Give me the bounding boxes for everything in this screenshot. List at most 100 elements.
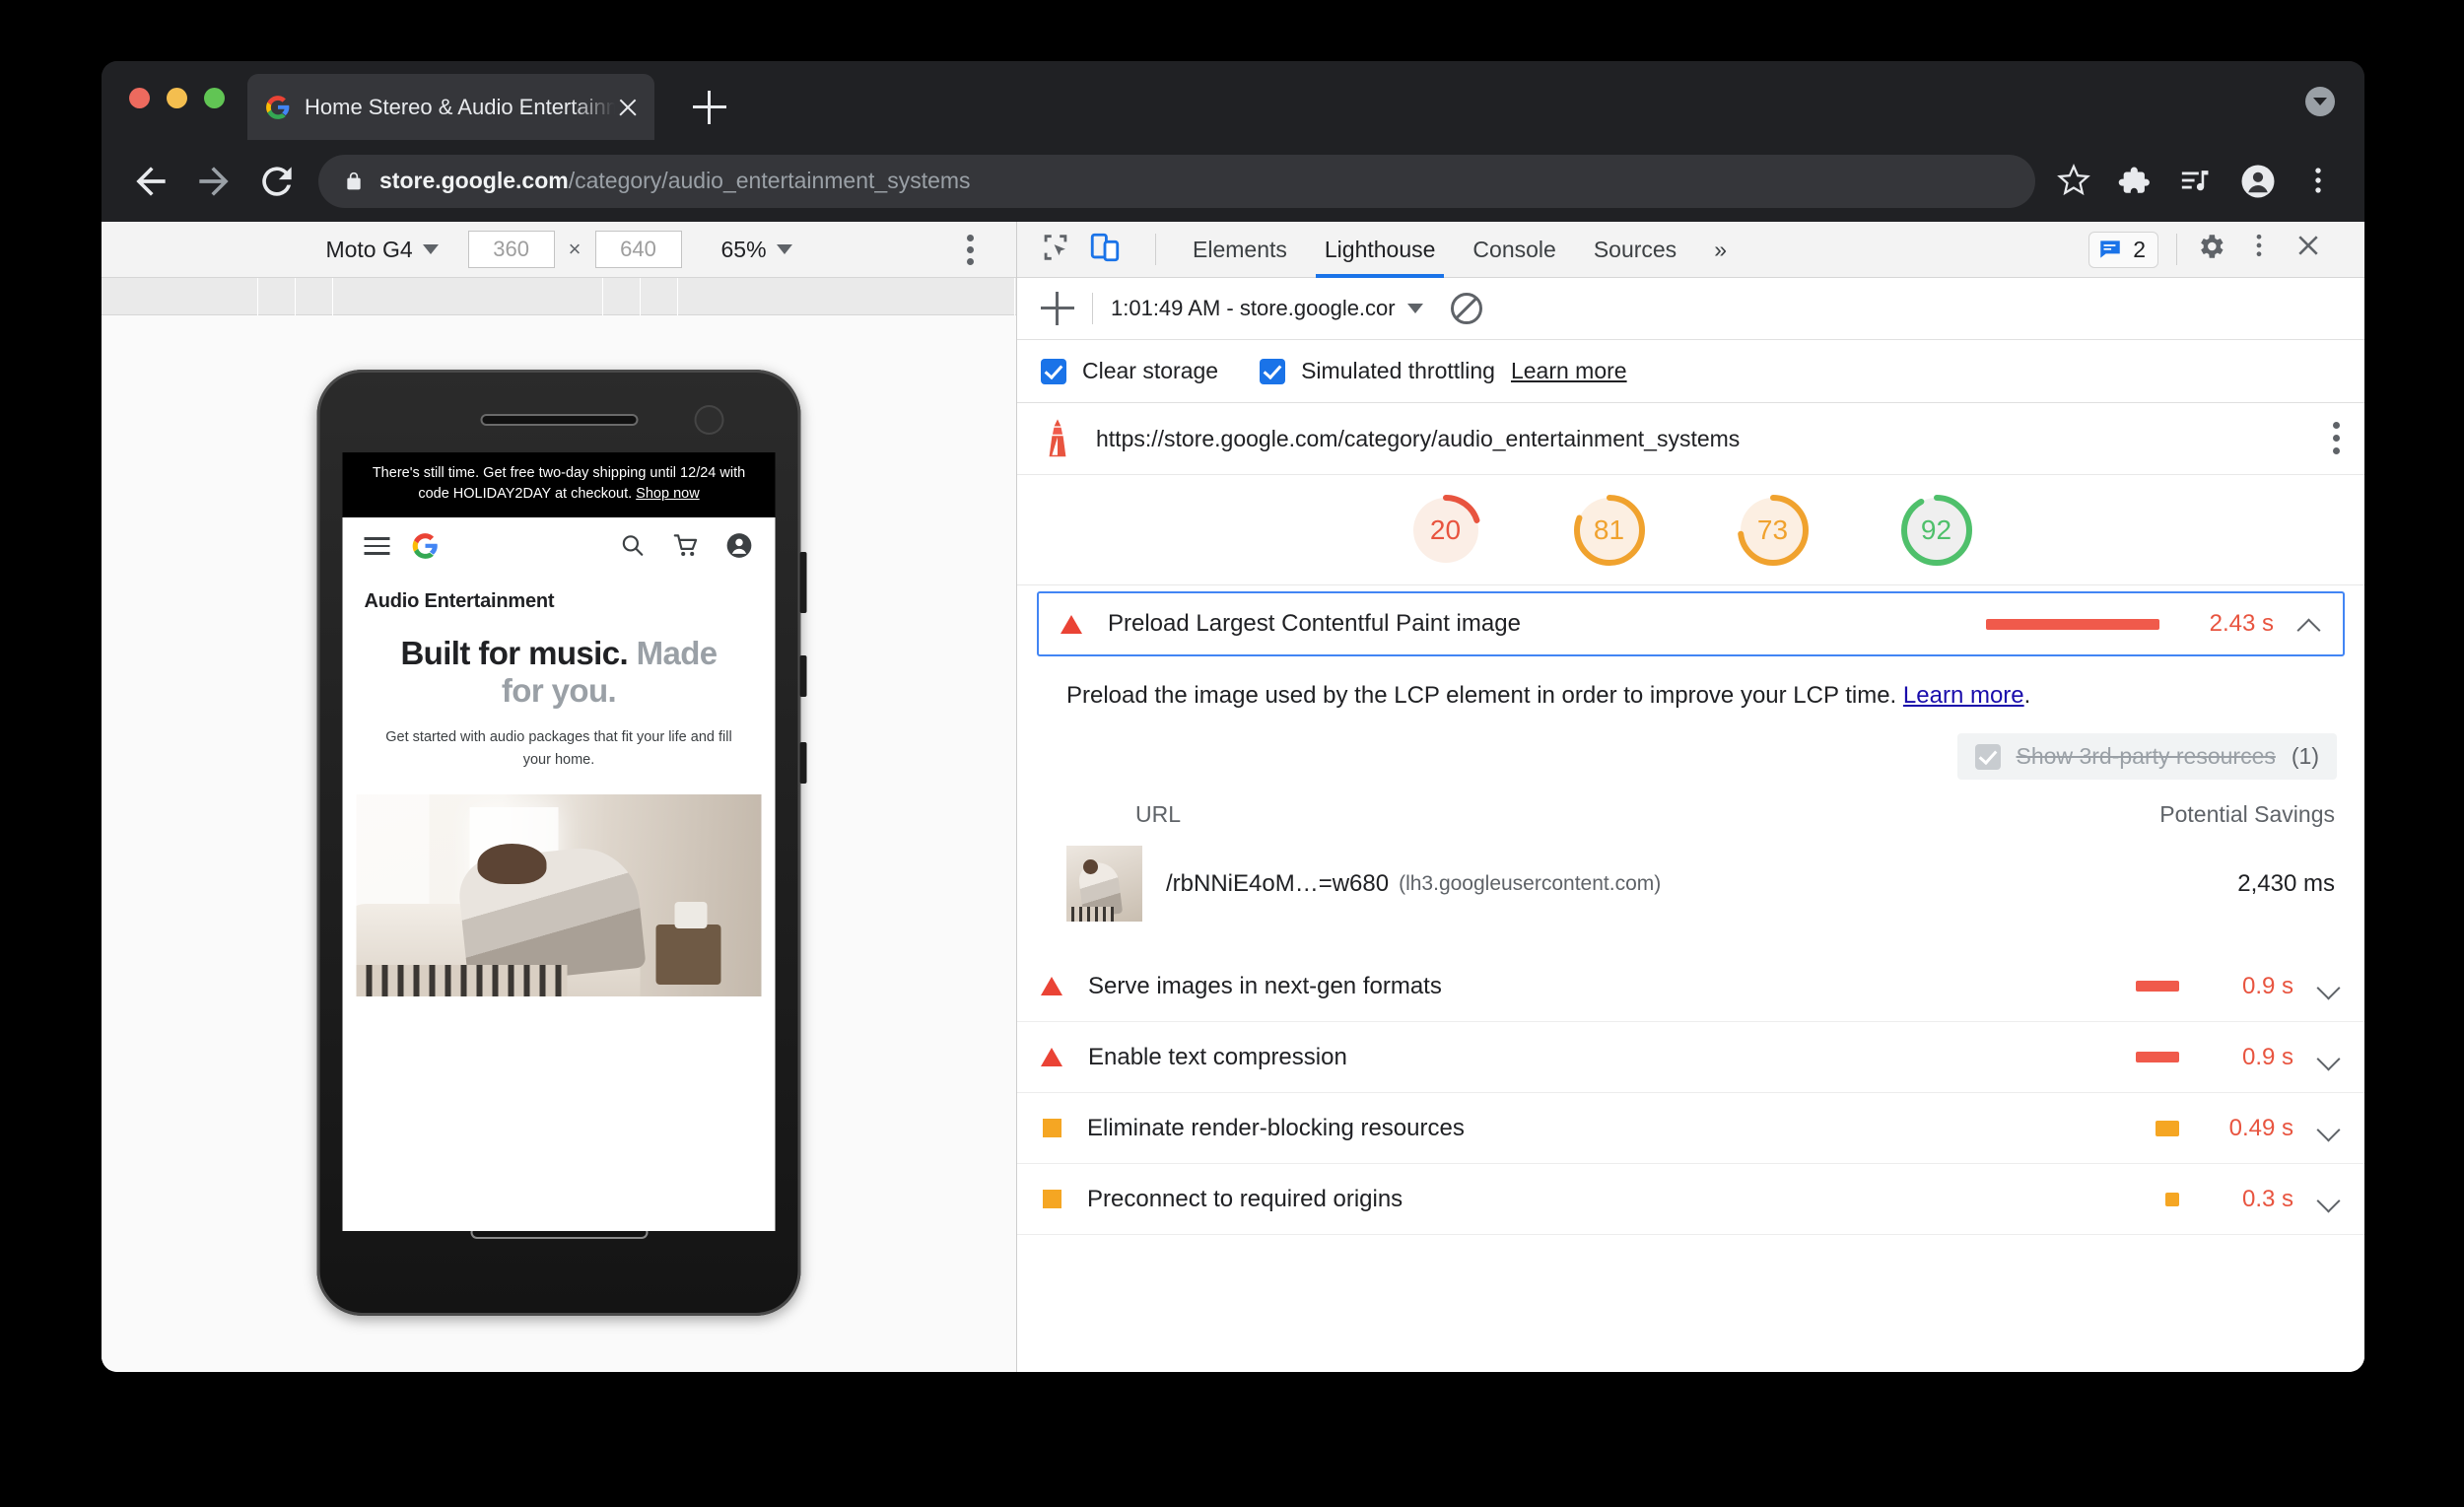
minimize-window-button[interactable] xyxy=(167,88,187,108)
devtools-menu-icon[interactable] xyxy=(2244,231,2282,268)
issues-icon xyxy=(2100,240,2120,258)
shopping-cart-icon[interactable] xyxy=(673,532,701,560)
content-split: Moto G4 360 × 640 65% There's still time… xyxy=(102,222,2364,1372)
run-select[interactable]: 1:01:49 AM - store.google.cor xyxy=(1111,296,1423,321)
window-controls[interactable] xyxy=(129,88,225,108)
show-third-party-checkbox[interactable] xyxy=(1974,743,2001,770)
run-label: 1:01:49 AM - store.google.cor xyxy=(1111,296,1396,320)
promo-link[interactable]: Shop now xyxy=(636,486,700,502)
clear-results-icon[interactable] xyxy=(1450,293,1482,324)
profile-avatar-icon[interactable] xyxy=(2240,164,2276,199)
score-value: 20 xyxy=(1429,514,1462,545)
chevron-down-icon[interactable] xyxy=(2317,975,2341,998)
score-gauge-seo[interactable]: 92 xyxy=(1898,492,1975,569)
maximize-window-button[interactable] xyxy=(204,88,225,108)
learn-more-link[interactable]: Learn more xyxy=(1511,358,1627,384)
extensions-puzzle-icon[interactable] xyxy=(2118,164,2154,199)
hero-image xyxy=(356,794,762,997)
audit-row-expanded[interactable]: Preload Largest Contentful Paint image 2… xyxy=(1037,591,2345,656)
tab-lighthouse[interactable]: Lighthouse xyxy=(1306,222,1455,278)
viewport-width-input[interactable]: 360 xyxy=(467,231,555,268)
resource-url[interactable]: /rbNNiE4oM…=w680 xyxy=(1166,870,1389,898)
devtools-tab-bar: Elements Lighthouse Console Sources » 2 xyxy=(1017,222,2364,278)
table-row[interactable]: /rbNNiE4oM…=w680 (lh3.googleusercontent.… xyxy=(1066,846,2341,922)
chevron-up-icon[interactable] xyxy=(2297,612,2321,636)
chevron-down-icon[interactable] xyxy=(2317,1188,2341,1211)
chevron-down-icon[interactable] xyxy=(2317,1046,2341,1069)
forward-arrow-icon[interactable] xyxy=(192,160,236,203)
lighthouse-icon xyxy=(1049,419,1066,457)
tab-sources[interactable]: Sources xyxy=(1575,222,1695,278)
viewport-height-input[interactable]: 640 xyxy=(594,231,682,268)
lighthouse-toolbar: 1:01:49 AM - store.google.cor xyxy=(1017,278,2364,340)
audit-options-menu-icon[interactable] xyxy=(2333,422,2341,455)
chevron-down-icon xyxy=(422,244,439,254)
audit-row[interactable]: Eliminate render-blocking resources 0.49… xyxy=(1017,1093,2364,1164)
audited-url: https://store.google.com/category/audio_… xyxy=(1096,425,1741,451)
inspect-element-icon[interactable] xyxy=(1039,231,1076,268)
score-gauge-accessibility[interactable]: 81 xyxy=(1571,492,1648,569)
score-value: 73 xyxy=(1756,514,1789,545)
lighthouse-options: Clear storage Simulated throttling Learn… xyxy=(1017,340,2364,403)
back-arrow-icon[interactable] xyxy=(129,160,172,203)
address-bar[interactable]: store.google.com/category/audio_entertai… xyxy=(318,154,2035,208)
audit-description-tail: . xyxy=(2023,682,2031,709)
red-triangle-warning-icon xyxy=(1041,977,1062,995)
search-icon[interactable] xyxy=(620,532,648,560)
audit-title: Preconnect to required origins xyxy=(1087,1185,1403,1212)
audit-learn-more-link[interactable]: Learn more xyxy=(1903,682,2024,709)
device-toggle-icon[interactable] xyxy=(1088,231,1126,268)
score-gauge-performance[interactable]: 20 xyxy=(1407,492,1484,569)
audit-row[interactable]: Serve images in next-gen formats 0.9 s xyxy=(1017,951,2364,1022)
media-list-icon[interactable] xyxy=(2179,164,2215,199)
star-icon[interactable] xyxy=(2057,163,2092,199)
dimension-separator: × xyxy=(568,237,582,261)
close-icon[interactable] xyxy=(2293,231,2331,268)
score-gauge-best-practices[interactable]: 73 xyxy=(1735,492,1812,569)
emulated-viewport[interactable]: There's still time. Get free two-day shi… xyxy=(342,452,776,1231)
toolbar-icons xyxy=(2057,163,2337,199)
simulated-throttling-checkbox[interactable] xyxy=(1260,358,1286,384)
device-preview-pane: Moto G4 360 × 640 65% There's still time… xyxy=(102,222,1017,1372)
phone-side-button xyxy=(799,552,807,613)
google-g-icon[interactable] xyxy=(412,532,440,560)
account-icon[interactable] xyxy=(726,532,754,560)
site-header xyxy=(342,517,776,576)
tab-more-icon[interactable]: » xyxy=(1695,222,1745,278)
score-value: 81 xyxy=(1593,514,1625,545)
tab-console[interactable]: Console xyxy=(1454,222,1574,278)
device-emulation-toolbar: Moto G4 360 × 640 65% xyxy=(102,222,1016,278)
score-gauges: 20 81 73 92 xyxy=(1017,475,2364,585)
new-audit-button[interactable] xyxy=(1041,292,1074,325)
red-triangle-warning-icon xyxy=(1061,614,1082,634)
tab-elements[interactable]: Elements xyxy=(1174,222,1306,278)
audit-row[interactable]: Preconnect to required origins 0.3 s xyxy=(1017,1164,2364,1235)
issues-badge[interactable]: 2 xyxy=(2088,231,2158,268)
phone-side-button xyxy=(799,655,807,697)
device-name: Moto G4 xyxy=(325,236,413,262)
category-title: Audio Entertainment xyxy=(364,590,555,613)
simulated-throttling-label: Simulated throttling xyxy=(1301,358,1495,383)
hero-headline: Built for music. Made for you. xyxy=(376,635,742,711)
audit-value: 0.9 s xyxy=(2241,1043,2293,1070)
close-tab-icon[interactable] xyxy=(615,95,641,120)
device-select[interactable]: Moto G4 xyxy=(325,236,439,263)
zoom-select[interactable]: 65% xyxy=(721,237,792,263)
orange-square-warning-icon xyxy=(1043,1119,1061,1137)
new-tab-button[interactable] xyxy=(693,91,726,124)
gear-icon[interactable] xyxy=(2195,231,2232,268)
close-window-button[interactable] xyxy=(129,88,150,108)
audit-list: Preload Largest Contentful Paint image 2… xyxy=(1017,585,2364,1372)
tab-search-icon[interactable] xyxy=(2305,87,2335,116)
browser-menu-icon[interactable] xyxy=(2301,164,2337,199)
details-table-header: URL Potential Savings xyxy=(1066,801,2341,828)
reload-icon[interactable] xyxy=(255,160,299,203)
clear-storage-checkbox[interactable] xyxy=(1041,358,1066,384)
audit-bar xyxy=(2165,1192,2179,1206)
device-toolbar-menu-icon[interactable] xyxy=(967,235,975,266)
browser-tab[interactable]: Home Stereo & Audio Entertainm xyxy=(247,74,654,140)
browser-window: Home Stereo & Audio Entertainm store.goo… xyxy=(102,61,2364,1372)
chevron-down-icon[interactable] xyxy=(2317,1117,2341,1140)
hamburger-menu-icon[interactable] xyxy=(364,537,390,555)
audit-row[interactable]: Enable text compression 0.9 s xyxy=(1017,1022,2364,1093)
